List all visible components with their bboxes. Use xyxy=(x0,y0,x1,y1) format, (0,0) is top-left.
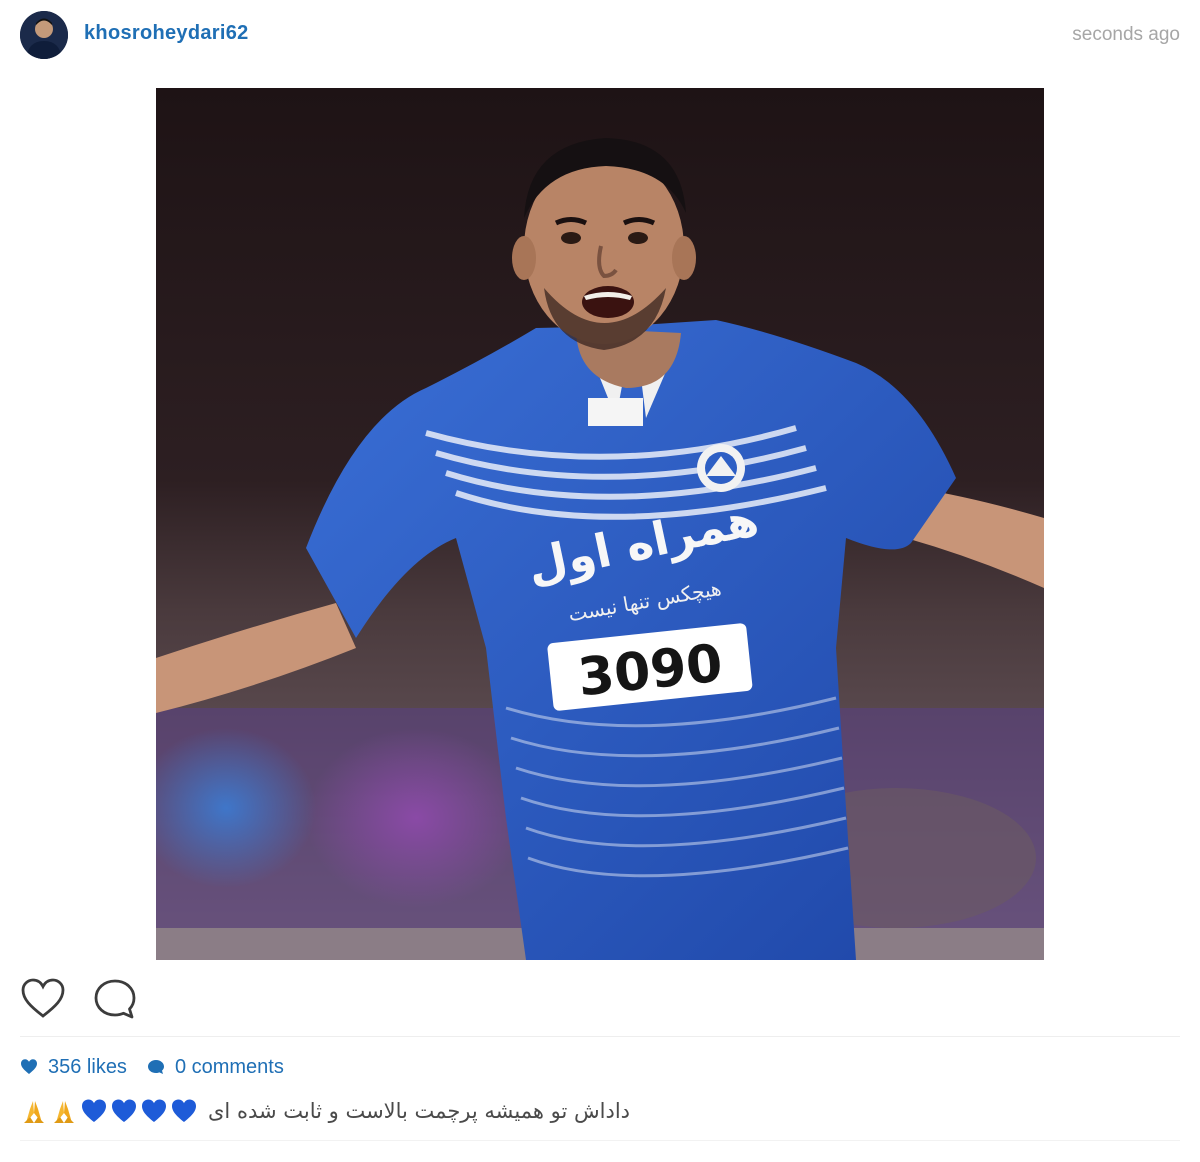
folded-hands-icon xyxy=(54,1101,74,1123)
comment-button[interactable] xyxy=(93,978,137,1020)
post-caption: داداش تو همیشه پرچمت بالاست و ثابت شده ا… xyxy=(20,1093,1180,1129)
actions-divider xyxy=(20,1036,1180,1037)
post-bottom-divider xyxy=(20,1140,1180,1141)
post-stats: 356 likes 0 comments xyxy=(20,1053,284,1081)
blue-heart-icon xyxy=(172,1099,196,1122)
user-avatar[interactable] xyxy=(20,11,68,59)
small-heart-icon xyxy=(21,1059,37,1074)
post-actions xyxy=(0,970,1200,1030)
small-comment-icon xyxy=(147,1060,164,1074)
likes-label: 356 likes xyxy=(48,1055,127,1078)
blue-heart-icon xyxy=(112,1099,136,1122)
folded-hands-icon xyxy=(24,1101,44,1123)
caption-emojis xyxy=(20,1097,200,1125)
post-photo[interactable]: همراه اول هیچکس تنها نیست 3090 xyxy=(156,88,1044,960)
post-timestamp: seconds ago xyxy=(1072,24,1180,45)
post-header: khosroheydari62 seconds ago xyxy=(0,0,1200,75)
blue-heart-icon xyxy=(142,1099,166,1122)
username-link[interactable]: khosroheydari62 xyxy=(84,22,249,45)
footballer-celebration-image: همراه اول هیچکس تنها نیست 3090 xyxy=(156,88,1044,960)
profile-avatar-icon xyxy=(20,11,68,59)
blue-heart-icon xyxy=(82,1099,106,1122)
comment-bubble-icon xyxy=(94,979,136,1019)
caption-text: داداش تو همیشه پرچمت بالاست و ثابت شده ا… xyxy=(208,1099,630,1123)
like-button[interactable] xyxy=(20,978,66,1020)
heart-outline-icon xyxy=(21,978,65,1018)
likes-count[interactable]: 356 likes xyxy=(20,1056,127,1079)
comments-label: 0 comments xyxy=(174,1055,284,1078)
comments-count[interactable]: 0 comments xyxy=(147,1056,284,1079)
